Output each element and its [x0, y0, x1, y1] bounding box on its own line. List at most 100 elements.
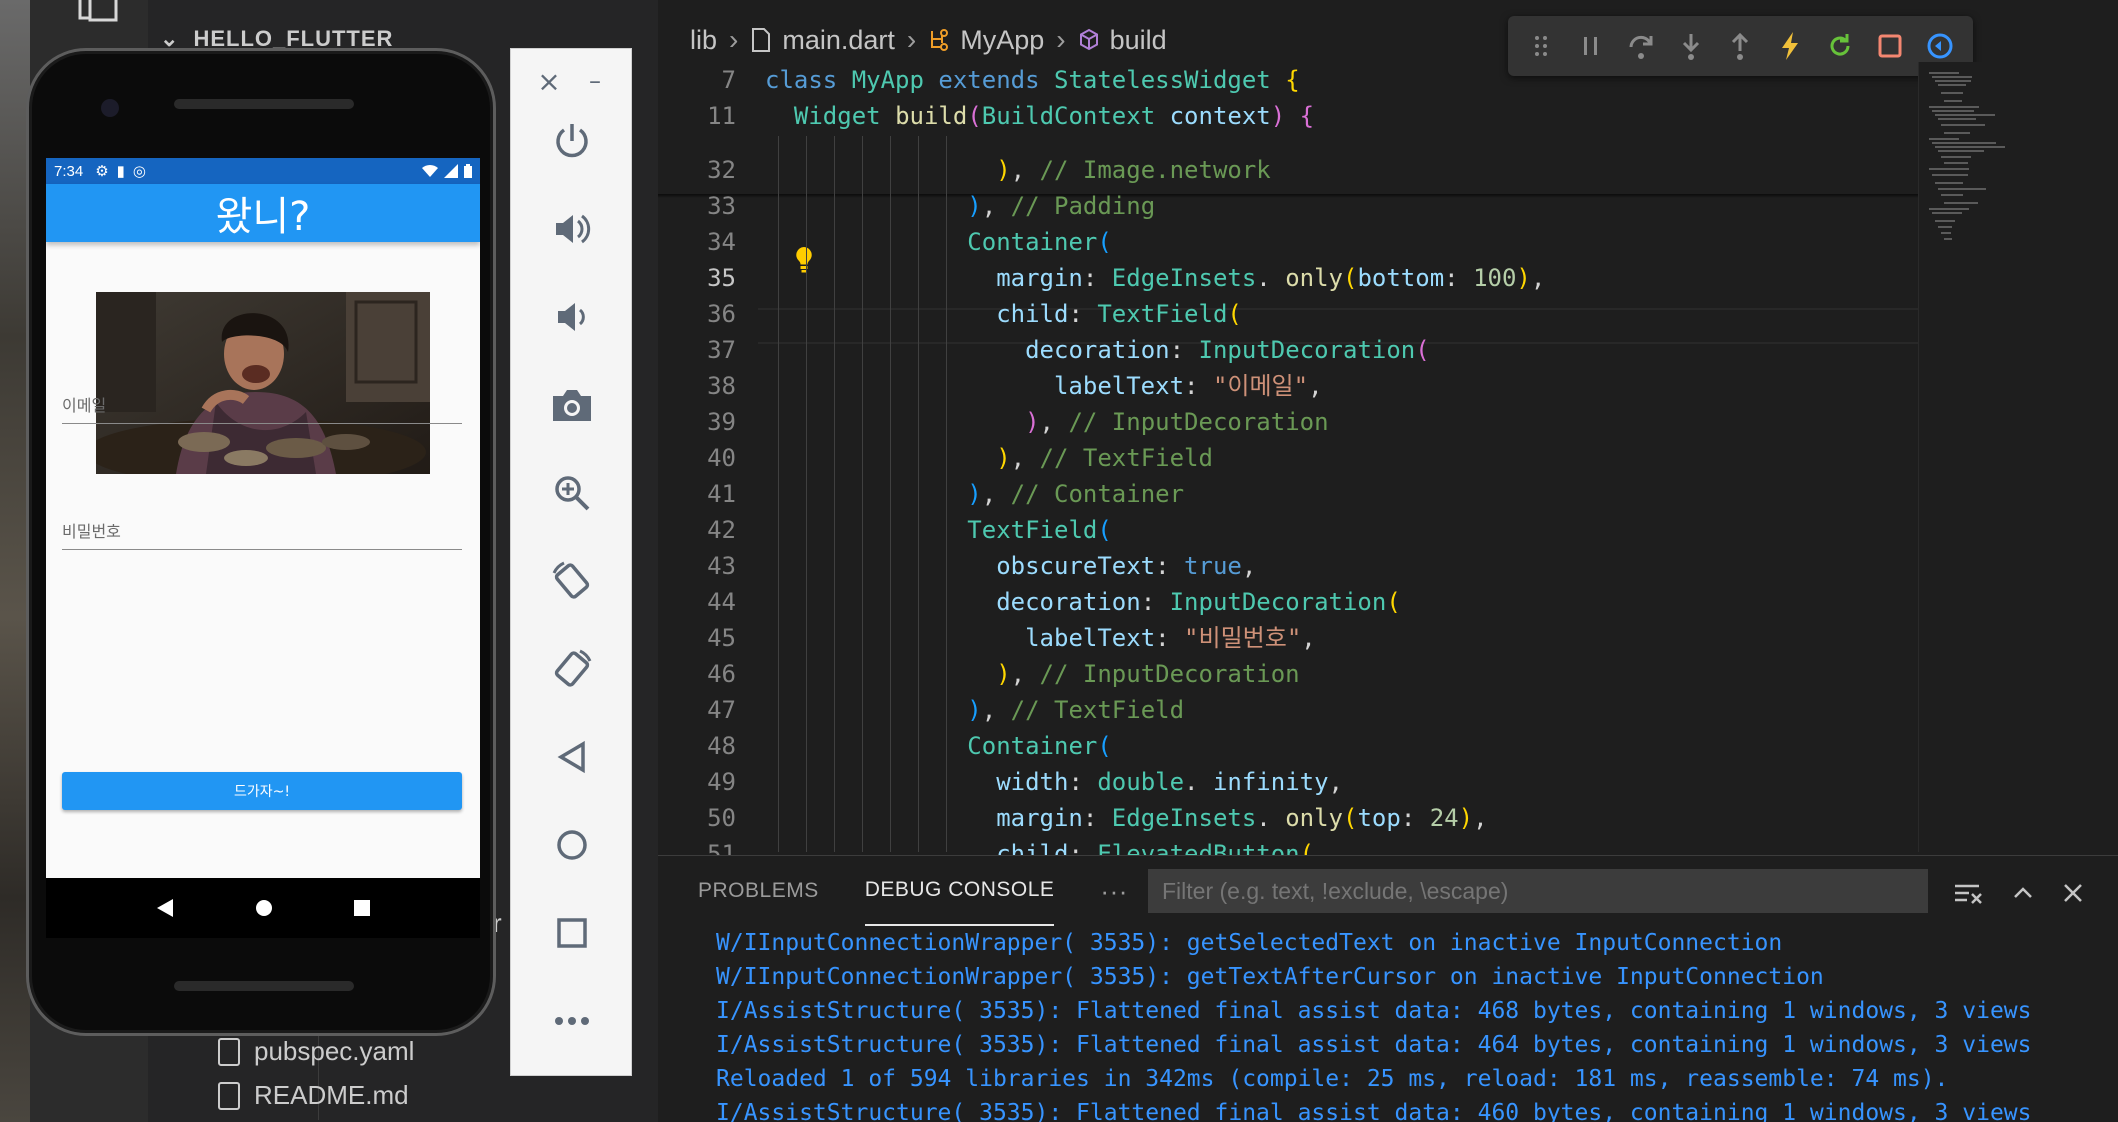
home-icon[interactable]: [511, 815, 633, 875]
device-screen[interactable]: 7:34 ⚙ ▮ ◎ 왔니? 이메일 비밀번호 드가자~!: [46, 158, 480, 878]
code-line[interactable]: 50 margin: EdgeInsets. only(top: 24),: [658, 800, 1918, 836]
overview-icon[interactable]: [511, 903, 633, 963]
devtools-icon[interactable]: [1920, 26, 1960, 66]
code-token: // Image.network: [1039, 156, 1271, 184]
nav-recents-icon[interactable]: [353, 899, 371, 917]
zoom-icon[interactable]: [511, 463, 633, 523]
step-out-icon[interactable]: [1720, 26, 1760, 66]
code-line[interactable]: 7 class MyApp extends StatelessWidget {: [658, 62, 1918, 98]
tab-problems[interactable]: PROBLEMS: [698, 856, 819, 926]
step-into-icon[interactable]: [1671, 26, 1711, 66]
power-icon[interactable]: [511, 111, 633, 171]
more-options-icon[interactable]: [511, 991, 633, 1051]
breadcrumb-lib[interactable]: lib: [690, 25, 717, 56]
code-line[interactable]: 49 width: double. infinity,: [658, 764, 1918, 800]
indent-guide: [862, 136, 863, 852]
code-area[interactable]: 7 class MyApp extends StatelessWidget {11…: [658, 62, 1918, 868]
code-line[interactable]: 32 ), // Image.network: [658, 152, 1918, 188]
minimap-line: [1944, 162, 1968, 164]
code-text: child: TextField(: [765, 296, 1242, 332]
minimap[interactable]: [1918, 62, 2118, 852]
nav-back-icon[interactable]: [155, 897, 175, 919]
code-token: :: [1184, 372, 1213, 400]
code-token: ): [967, 192, 982, 220]
code-token: :: [1155, 552, 1185, 580]
stop-icon[interactable]: [1870, 26, 1910, 66]
breadcrumb-method[interactable]: build: [1078, 25, 1167, 56]
code-line[interactable]: 40 ), // TextField: [658, 440, 1918, 476]
line-number: 36: [707, 300, 736, 328]
step-over-icon[interactable]: [1621, 26, 1661, 66]
pause-icon[interactable]: [1571, 26, 1611, 66]
code-line[interactable]: 48 Container(: [658, 728, 1918, 764]
close-icon[interactable]: ×: [529, 61, 569, 101]
chevron-up-icon[interactable]: [2008, 878, 2038, 908]
code-token: ,: [981, 696, 1011, 724]
line-number: 7: [721, 66, 736, 94]
code-line[interactable]: 39 ), // InputDecoration: [658, 404, 1918, 440]
volume-up-icon[interactable]: [511, 199, 633, 259]
volume-down-icon[interactable]: [511, 287, 633, 347]
code-line[interactable]: 41 ), // Container: [658, 476, 1918, 512]
lightbulb-icon[interactable]: [793, 245, 815, 275]
code-token: {: [1285, 102, 1315, 130]
code-line[interactable]: 38 labelText: "이메일",: [658, 368, 1918, 404]
line-number: 34: [707, 228, 736, 256]
code-line[interactable]: 37 decoration: InputDecoration(: [658, 332, 1918, 368]
explorer-icon[interactable]: [78, 0, 118, 22]
code-token: ): [996, 156, 1011, 184]
console-line: W/IInputConnectionWrapper( 3535): getTex…: [716, 964, 1824, 990]
tab-debug-console[interactable]: DEBUG CONSOLE: [864, 856, 1055, 926]
submit-button[interactable]: 드가자~!: [62, 772, 462, 810]
password-field[interactable]: [62, 549, 462, 550]
code-token: top: [1357, 804, 1401, 832]
code-token: infinity: [1212, 768, 1329, 796]
debug-console-output[interactable]: W/IInputConnectionWrapper( 3535): getSel…: [716, 926, 2116, 1122]
indent-guide: [890, 136, 891, 852]
code-text: ), // Container: [765, 476, 1184, 512]
android-navigation-bar: [46, 878, 480, 938]
more-actions-icon[interactable]: ···: [1100, 856, 1127, 926]
code-line[interactable]: 45 labelText: "비밀번호",: [658, 620, 1918, 656]
minimize-icon[interactable]: –: [575, 61, 615, 101]
screenshot-camera-icon[interactable]: [511, 375, 633, 435]
code-line[interactable]: 47 ), // TextField: [658, 692, 1918, 728]
code-line[interactable]: 46 ), // InputDecoration: [658, 656, 1918, 692]
line-number: 48: [707, 732, 736, 760]
code-line[interactable]: 34 Container(: [658, 224, 1918, 260]
code-token: only: [1285, 804, 1343, 832]
clear-console-icon[interactable]: [1953, 878, 1983, 908]
back-icon[interactable]: [511, 727, 633, 787]
close-icon[interactable]: [2058, 878, 2088, 908]
file-item-readme[interactable]: README.md: [218, 1080, 409, 1111]
code-token: context: [1169, 102, 1271, 130]
file-item-pubspec[interactable]: pubspec.yaml: [218, 1036, 414, 1067]
code-line[interactable]: 35 margin: EdgeInsets. only(bottom: 100)…: [658, 260, 1918, 296]
code-line[interactable]: 33 ), // Padding: [658, 188, 1918, 224]
minimap-line: [1932, 212, 1962, 214]
breadcrumb-class[interactable]: MyApp: [928, 25, 1044, 56]
console-filter-input[interactable]: [1148, 869, 1928, 913]
code-line[interactable]: 43 obscureText: true,: [658, 548, 1918, 584]
code-line[interactable]: 42 TextField(: [658, 512, 1918, 548]
code-line[interactable]: 11 Widget build(BuildContext context) {: [658, 98, 1918, 134]
hot-reload-icon[interactable]: [1770, 26, 1810, 66]
email-field[interactable]: [62, 423, 462, 424]
code-token: :: [1444, 264, 1474, 292]
code-line[interactable]: 44 decoration: InputDecoration(: [658, 584, 1918, 620]
nav-home-icon[interactable]: [254, 898, 274, 918]
breadcrumb-file[interactable]: main.dart: [750, 25, 895, 56]
rotate-right-icon[interactable]: [511, 639, 633, 699]
code-token: Widget: [793, 102, 896, 130]
hot-restart-icon[interactable]: [1820, 26, 1860, 66]
code-token: {: [1285, 66, 1300, 94]
drag-handle-icon[interactable]: [1521, 26, 1561, 66]
code-line[interactable]: 36 child: TextField(: [658, 296, 1918, 332]
rotate-left-icon[interactable]: [511, 551, 633, 611]
minimap-line: [1935, 80, 1971, 82]
